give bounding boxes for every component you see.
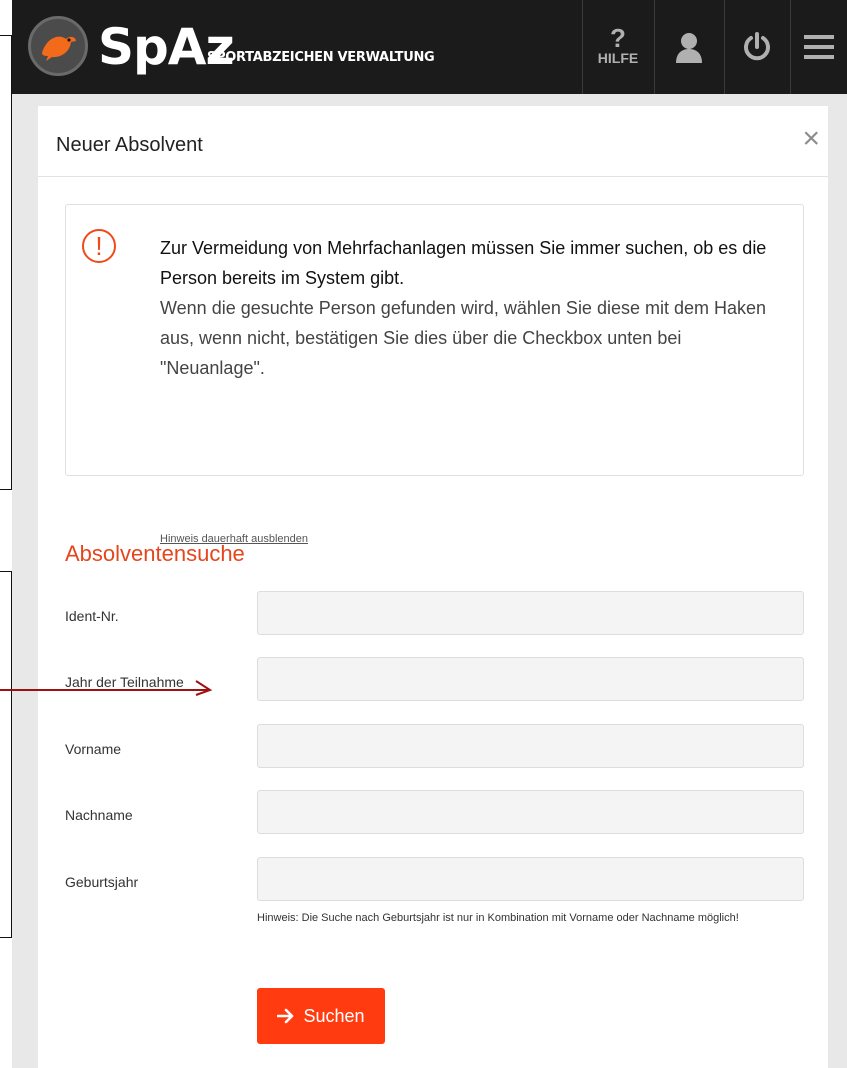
last-name-input[interactable] <box>257 790 804 834</box>
year-of-participation-input[interactable] <box>257 657 804 701</box>
app-header: SpAz SPORTABZEICHEN VERWALTUNG ? HILFE <box>12 0 847 94</box>
label-ident-nr: Ident-Nr. <box>65 608 119 624</box>
brand-name[interactable]: SpAz <box>98 15 235 79</box>
warning-icon: ! <box>82 229 116 263</box>
annotation-bracket-top <box>0 35 12 490</box>
power-icon <box>744 32 770 61</box>
dialog-divider <box>38 176 828 177</box>
label-last-name: Nachname <box>65 807 133 823</box>
search-button-label: Suchen <box>303 1005 365 1026</box>
first-name-input[interactable] <box>257 724 804 768</box>
search-button[interactable]: Suchen <box>257 988 385 1044</box>
new-graduate-dialog: Neuer Absolvent × ! Zur Vermeidung von M… <box>38 106 828 1068</box>
section-title-search: Absolventensuche <box>65 541 245 566</box>
logout-button[interactable] <box>725 0 789 94</box>
annotation-bracket-bottom <box>0 571 12 938</box>
bird-logo-icon[interactable] <box>28 16 88 76</box>
notice-text: Zur Vermeidung von Mehrfachanlagen müsse… <box>160 233 790 383</box>
birth-year-hint: Hinweis: Die Suche nach Geburtsjahr ist … <box>257 912 739 924</box>
notice-normal-text: Wenn die gesuchte Person gefunden wird, … <box>160 298 767 378</box>
brand-subtitle: SPORTABZEICHEN VERWALTUNG <box>207 50 435 65</box>
ident-nr-input[interactable] <box>257 591 804 635</box>
notice-box: ! Zur Vermeidung von Mehrfachanlagen müs… <box>65 204 804 545</box>
user-icon <box>676 33 702 63</box>
dialog-title: Neuer Absolvent <box>56 134 203 156</box>
label-birth-year: Geburtsjahr <box>65 874 139 890</box>
menu-button[interactable] <box>791 0 847 94</box>
notice-strong-text: Zur Vermeidung von Mehrfachanlagen müsse… <box>160 238 767 288</box>
user-button[interactable] <box>655 0 723 94</box>
help-button[interactable]: ? HILFE <box>583 0 653 94</box>
annotation-arrow <box>0 680 213 696</box>
help-icon: ? <box>610 23 626 53</box>
arrow-right-icon <box>277 1008 294 1024</box>
help-label: HILFE <box>597 50 639 66</box>
close-icon[interactable]: × <box>802 124 820 154</box>
menu-icon <box>804 35 834 59</box>
label-first-name: Vorname <box>65 741 122 757</box>
birth-year-input[interactable] <box>257 857 804 901</box>
